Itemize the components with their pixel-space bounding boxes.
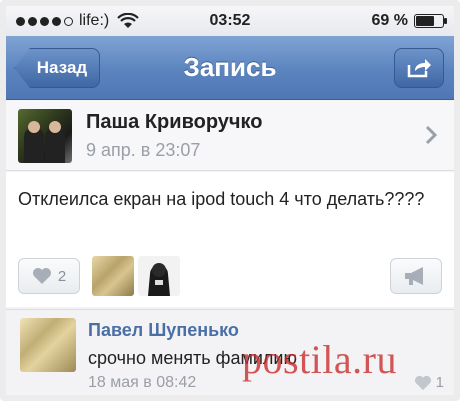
phone-screen: life:) 03:52 69 % Назад Запись Паша Крив… [6, 6, 454, 395]
share-icon [407, 59, 431, 78]
repost-button[interactable] [390, 258, 442, 294]
post-author-row[interactable]: Паша Криворучко 9 апр. в 23:07 [6, 101, 454, 171]
battery-icon [414, 14, 447, 28]
heart-icon [32, 268, 51, 284]
share-button[interactable] [394, 48, 444, 88]
comment-like-count: 1 [435, 374, 444, 391]
liker-avatar-money[interactable] [92, 256, 134, 296]
navigation-bar: Назад Запись [6, 36, 454, 100]
commenter-name[interactable]: Павел Шупенько [88, 320, 239, 341]
heart-icon [414, 375, 431, 390]
post-text: Отклеилса екран на ipod touch 4 что дела… [18, 189, 425, 209]
liker-avatar-hoodie[interactable] [138, 256, 180, 296]
post-date: 9 апр. в 23:07 [86, 139, 201, 160]
watermark: postila.ru [242, 337, 397, 382]
post-body: Отклеилса екран на ipod touch 4 что дела… [6, 172, 454, 307]
chevron-right-icon [425, 125, 438, 145]
like-button[interactable]: 2 [18, 258, 80, 294]
status-time: 03:52 [209, 12, 251, 29]
comment-like-button[interactable]: 1 [414, 374, 444, 391]
commenter-avatar[interactable] [20, 318, 76, 372]
comment-date: 18 мая в 08:42 [88, 374, 197, 391]
author-avatar[interactable] [18, 108, 72, 163]
back-button[interactable]: Назад [14, 48, 100, 88]
page-title: Запись [183, 52, 277, 82]
author-name[interactable]: Паша Криворучко [86, 111, 262, 134]
megaphone-icon [405, 267, 423, 285]
like-count: 2 [57, 267, 67, 285]
status-bar: life:) 03:52 69 % [6, 6, 454, 36]
